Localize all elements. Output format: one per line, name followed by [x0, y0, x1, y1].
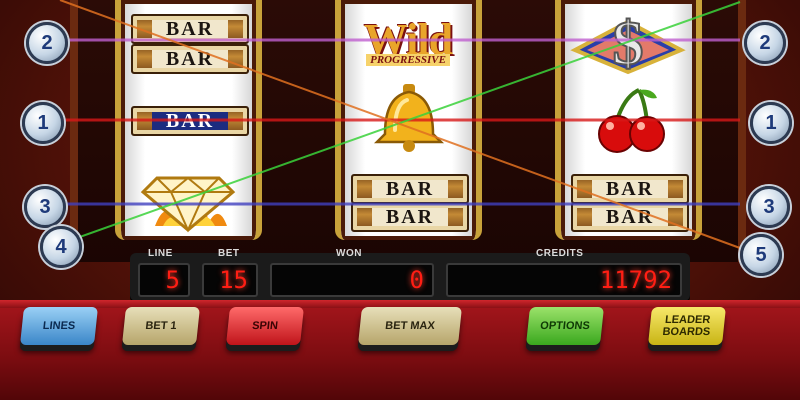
bet-max-button[interactable]: BET MAX — [358, 307, 462, 345]
options-button[interactable]: OPTIONS — [526, 307, 604, 345]
slot-machine: BAR BAR BAR Wild PROGRESSIVE BAR BAR $ B… — [0, 0, 800, 400]
line-label: LINE — [148, 248, 173, 259]
payline-badge-left: 1 — [22, 102, 64, 144]
spin-button[interactable]: SPIN — [226, 307, 304, 345]
bet-display: 15 — [202, 263, 258, 297]
credits-display: 11792 — [446, 263, 682, 297]
payline-badge-left: 2 — [26, 22, 68, 64]
leaderboards-button[interactable]: LEADER BOARDS — [648, 307, 726, 345]
won-display: 0 — [270, 263, 434, 297]
payline-badge-left: 4 — [40, 226, 82, 268]
payline-5 — [59, 0, 741, 249]
won-label: WON — [336, 248, 362, 259]
line-display: 5 — [138, 263, 190, 297]
payline-badge-right: 5 — [740, 234, 782, 276]
payline-badge-right: 2 — [744, 22, 786, 64]
paylines — [59, 0, 741, 249]
credits-label: CREDITS — [536, 248, 584, 259]
payline-badge-left: 3 — [24, 186, 66, 228]
payline-badge-right: 3 — [748, 186, 790, 228]
lines-button[interactable]: LINES — [20, 307, 98, 345]
payline-badge-right: 1 — [750, 102, 792, 144]
bet-label: BET — [218, 248, 240, 259]
bet-one-button[interactable]: BET 1 — [122, 307, 200, 345]
